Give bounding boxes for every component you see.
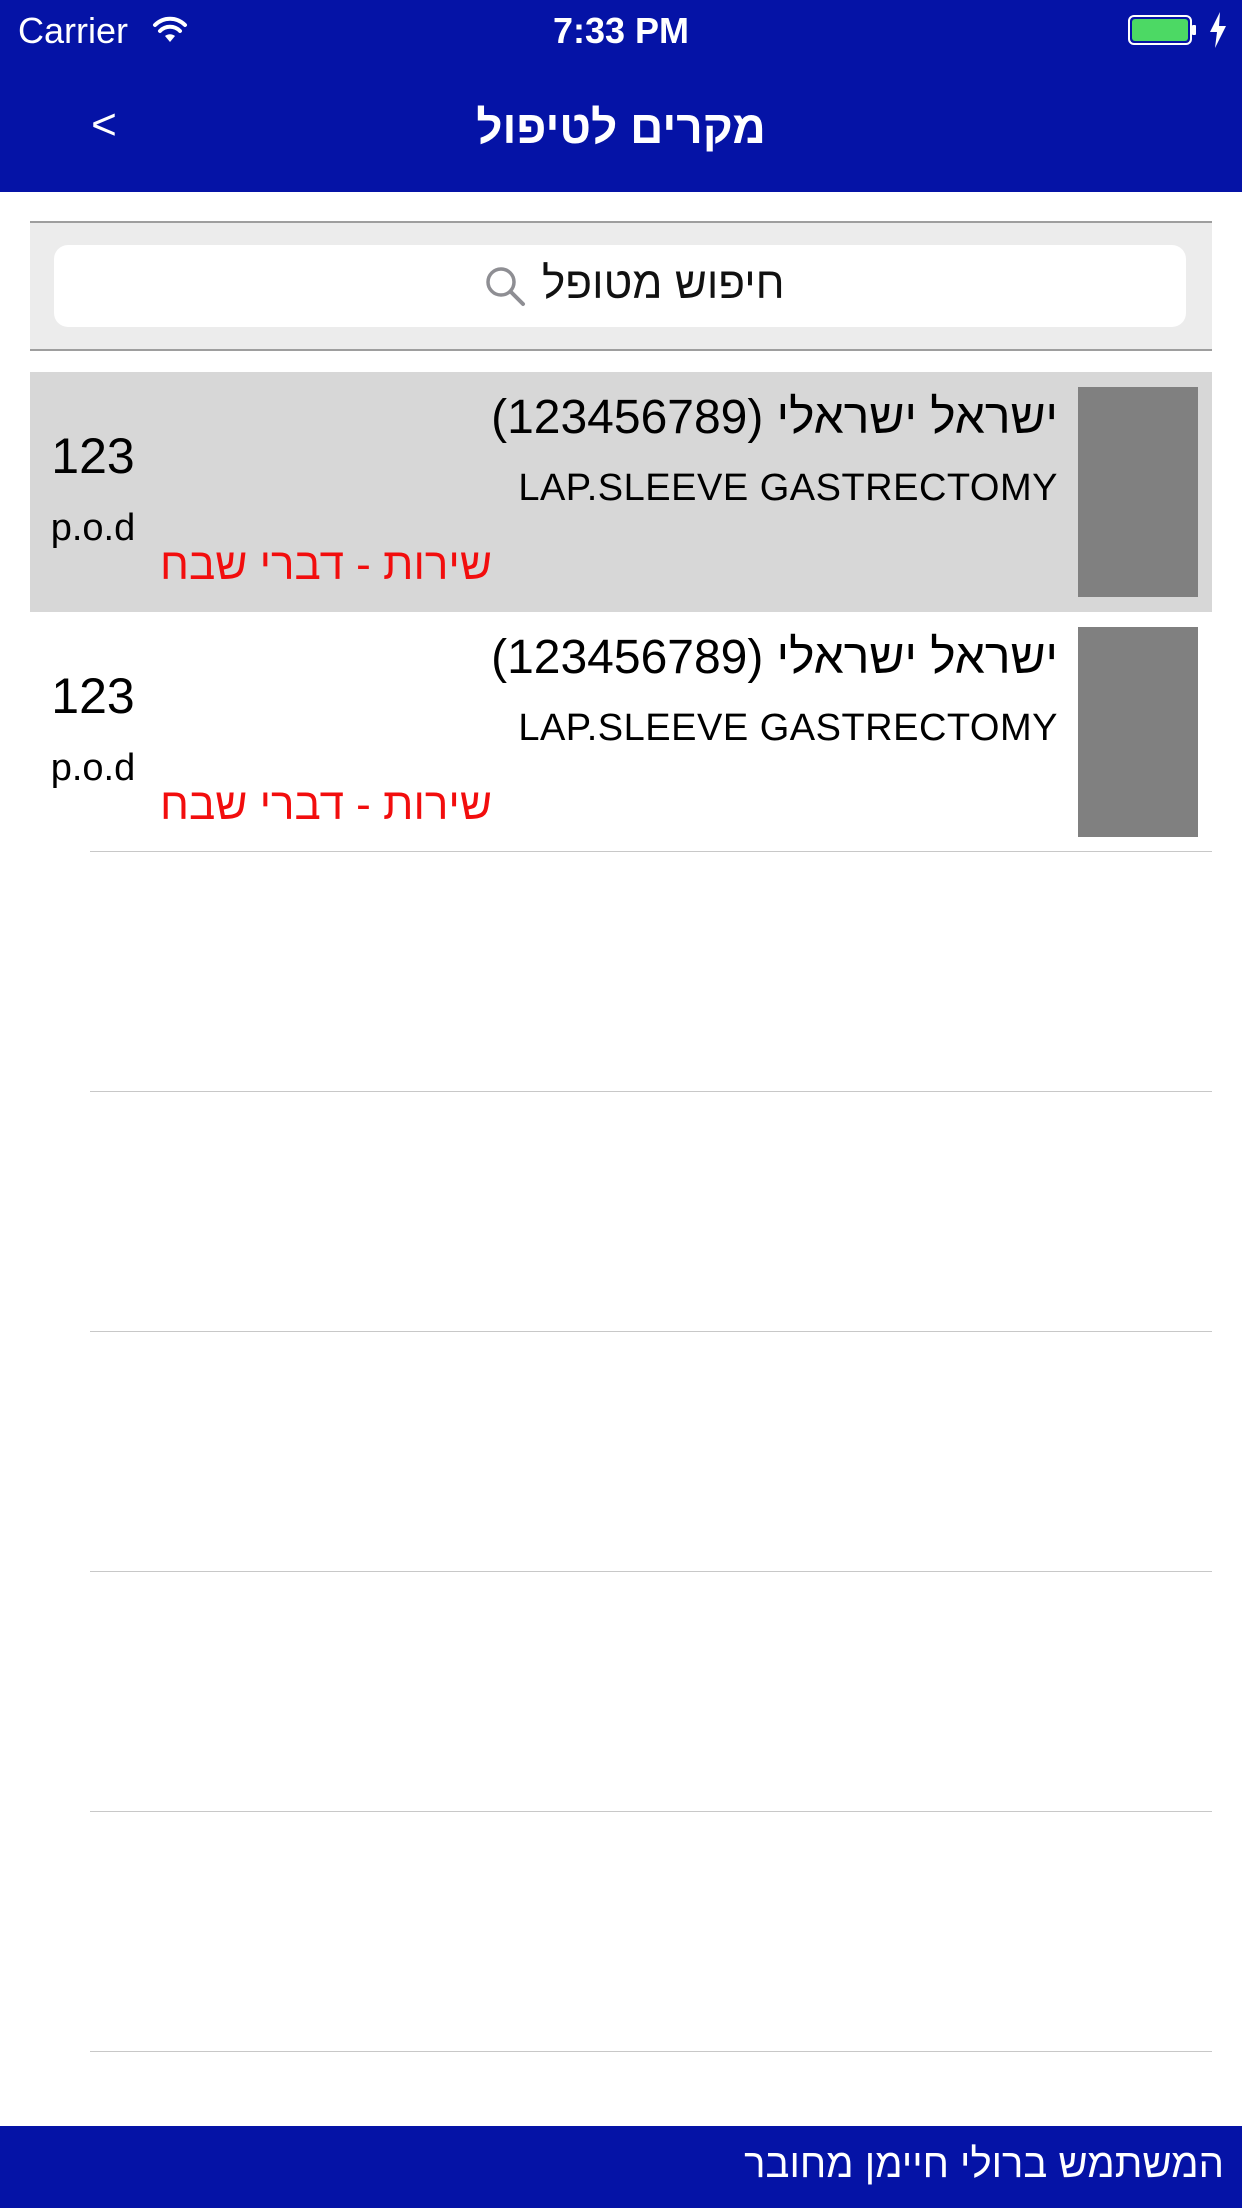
patient-name: ישראל ישראלי (123456789) xyxy=(491,631,1058,684)
row-separator xyxy=(90,2051,1212,2052)
footer-bar: המשתמש ברולי חיימן מחובר xyxy=(0,2126,1242,2208)
row-separator xyxy=(90,1811,1212,1812)
patient-thumbnail xyxy=(1078,387,1198,597)
procedure-label: LAP.SLEEVE GASTRECTOMY xyxy=(518,707,1058,749)
service-label: שירות - דברי שבח xyxy=(160,780,492,829)
status-bar: Carrier 7:33 PM xyxy=(0,0,1242,62)
logged-in-user-label: המשתמש ברולי חיימן מחובר xyxy=(744,2142,1224,2186)
row-separator xyxy=(90,1571,1212,1572)
page-title: מקרים לטיפול xyxy=(476,101,766,153)
charging-bolt-icon xyxy=(1210,12,1226,48)
search-placeholder: חיפוש מטופל xyxy=(542,259,785,308)
search-bar: חיפוש מטופל xyxy=(30,221,1212,351)
top-bar: Carrier 7:33 PM < מקרים לטיפול xyxy=(0,0,1242,192)
pod-unit: p.o.d xyxy=(50,507,136,549)
battery-icon xyxy=(1128,15,1196,45)
row-separator xyxy=(90,1091,1212,1092)
nav-bar: < מקרים לטיפול xyxy=(0,62,1242,192)
row-separator xyxy=(90,1331,1212,1332)
pod-unit: p.o.d xyxy=(50,747,136,789)
procedure-label: LAP.SLEEVE GASTRECTOMY xyxy=(518,467,1058,509)
patient-thumbnail xyxy=(1078,627,1198,837)
pod-count: 123 xyxy=(51,428,135,484)
list-item[interactable]: ישראל ישראלי (123456789) LAP.SLEEVE GAST… xyxy=(30,372,1212,612)
pod-count: 123 xyxy=(51,668,135,724)
search-input[interactable]: חיפוש מטופל xyxy=(54,245,1186,327)
patient-name: ישראל ישראלי (123456789) xyxy=(491,391,1058,444)
row-separator xyxy=(90,851,1212,852)
list-item[interactable]: ישראל ישראלי (123456789) LAP.SLEEVE GAST… xyxy=(30,612,1212,852)
search-icon xyxy=(486,267,525,306)
status-time: 7:33 PM xyxy=(552,10,690,51)
service-label: שירות - דברי שבח xyxy=(160,540,492,589)
